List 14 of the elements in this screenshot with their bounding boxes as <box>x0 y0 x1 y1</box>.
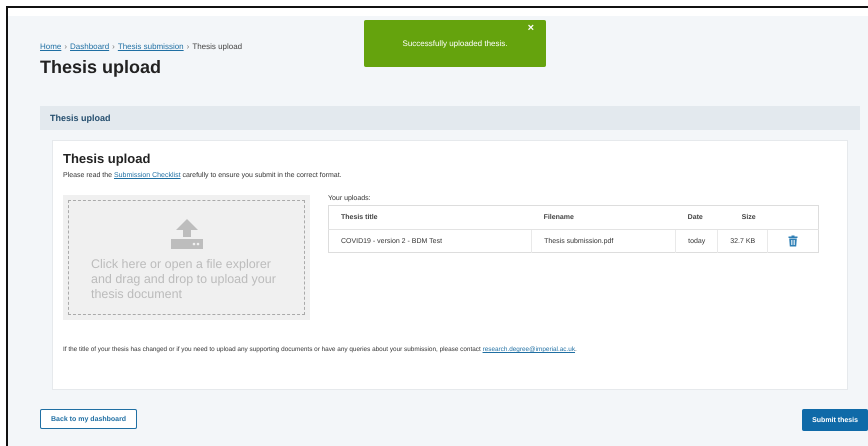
close-icon[interactable]: × <box>528 22 534 34</box>
card-title: Thesis upload <box>63 151 152 166</box>
breadcrumb-separator: › <box>186 42 190 51</box>
breadcrumb-link[interactable]: Thesis submission <box>118 42 184 51</box>
breadcrumb-separator: › <box>64 42 68 51</box>
trash-icon[interactable] <box>788 235 798 247</box>
breadcrumb-separator: › <box>112 42 115 51</box>
upload-icon <box>170 219 202 249</box>
breadcrumb-current: Thesis upload <box>192 42 242 51</box>
toast-message: Successfully uploaded thesis. <box>402 39 508 48</box>
panel-header: Thesis upload <box>40 106 860 130</box>
breadcrumb-link[interactable]: Home <box>40 42 62 51</box>
page-title: Thesis upload <box>40 57 162 78</box>
breadcrumb-link[interactable]: Dashboard <box>70 42 110 51</box>
